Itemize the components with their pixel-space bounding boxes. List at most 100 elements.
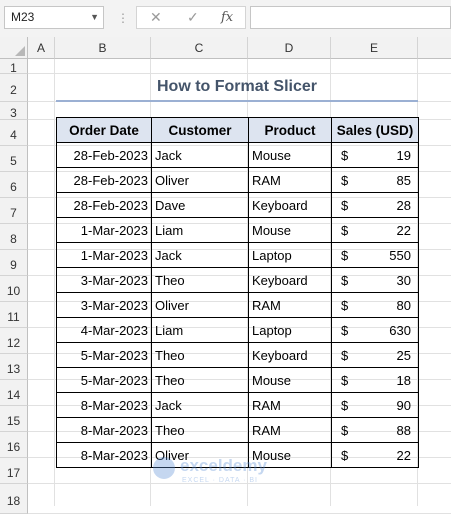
cell-sales[interactable]: $22 [331, 442, 419, 468]
cell-sales[interactable]: $85 [331, 167, 419, 193]
row-header[interactable]: 11 [0, 302, 28, 328]
cell-product[interactable]: Mouse [248, 142, 332, 168]
name-box[interactable]: M23 ▼ [4, 6, 104, 29]
cell-product[interactable]: Laptop [248, 317, 332, 343]
cell-customer[interactable]: Theo [151, 342, 249, 368]
cell-order-date[interactable]: 1-Mar-2023 [56, 217, 152, 243]
cell-sales[interactable]: $630 [331, 317, 419, 343]
cell-product[interactable]: Keyboard [248, 342, 332, 368]
row-header[interactable]: 2 [0, 74, 28, 102]
cell-product[interactable]: Mouse [248, 367, 332, 393]
sales-amount: 88 [396, 423, 411, 438]
cell-order-date[interactable]: 4-Mar-2023 [56, 317, 152, 343]
row-header[interactable]: 17 [0, 458, 28, 484]
cancel-icon[interactable]: ✕ [150, 9, 162, 26]
row-header[interactable]: 6 [0, 172, 28, 198]
row-header[interactable]: 9 [0, 250, 28, 276]
row-header[interactable]: 8 [0, 224, 28, 250]
cell-customer[interactable]: Oliver [151, 442, 249, 468]
cell-sales[interactable]: $88 [331, 417, 419, 443]
row-header[interactable]: 5 [0, 146, 28, 172]
currency-symbol: $ [341, 423, 349, 438]
cell-sales[interactable]: $19 [331, 142, 419, 168]
cell-customer[interactable]: Oliver [151, 292, 249, 318]
cell-customer[interactable]: Jack [151, 242, 249, 268]
cell-product[interactable]: RAM [248, 167, 332, 193]
cell-product[interactable]: Mouse [248, 217, 332, 243]
cell-sales[interactable]: $28 [331, 192, 419, 218]
cell-order-date[interactable]: 8-Mar-2023 [56, 392, 152, 418]
cell-order-date[interactable]: 3-Mar-2023 [56, 292, 152, 318]
header-sales[interactable]: Sales (USD) [331, 117, 419, 143]
row-header[interactable]: 1 [0, 59, 28, 75]
cell-product[interactable]: RAM [248, 292, 332, 318]
cell-customer[interactable]: Theo [151, 417, 249, 443]
row-header[interactable]: 13 [0, 354, 28, 380]
column-header-d[interactable]: D [248, 37, 331, 59]
row-header[interactable]: 16 [0, 432, 28, 458]
cell-order-date[interactable]: 28-Feb-2023 [56, 142, 152, 168]
header-customer[interactable]: Customer [151, 117, 249, 143]
cell-order-date[interactable]: 8-Mar-2023 [56, 442, 152, 468]
cell-product[interactable]: Mouse [248, 442, 332, 468]
currency-symbol: $ [341, 298, 349, 313]
drag-handle-icon[interactable]: ⋮ [117, 11, 129, 25]
currency-symbol: $ [341, 373, 349, 388]
chevron-down-icon[interactable]: ▼ [90, 7, 99, 28]
column-header-b[interactable]: B [55, 37, 151, 59]
row-header[interactable]: 10 [0, 276, 28, 302]
column-header-f[interactable] [418, 37, 451, 59]
column-header-a[interactable]: A [28, 37, 55, 59]
cell-customer[interactable]: Liam [151, 317, 249, 343]
select-all-corner[interactable] [0, 37, 28, 59]
column-header-e[interactable]: E [331, 37, 418, 59]
row-header[interactable]: 15 [0, 406, 28, 432]
cell-customer[interactable]: Jack [151, 392, 249, 418]
cell-order-date[interactable]: 5-Mar-2023 [56, 367, 152, 393]
cell-sales[interactable]: $80 [331, 292, 419, 318]
insert-function-icon[interactable]: fx [221, 10, 233, 25]
cell-order-date[interactable]: 28-Feb-2023 [56, 167, 152, 193]
cell-order-date[interactable]: 3-Mar-2023 [56, 267, 152, 293]
row-header[interactable]: 7 [0, 198, 28, 224]
cell-order-date[interactable]: 8-Mar-2023 [56, 417, 152, 443]
sales-amount: 22 [396, 223, 411, 238]
cell-product[interactable]: RAM [248, 417, 332, 443]
column-header-c[interactable]: C [151, 37, 248, 59]
cell-sales[interactable]: $25 [331, 342, 419, 368]
header-order-date[interactable]: Order Date [56, 117, 152, 143]
sales-amount: 80 [396, 298, 411, 313]
sales-amount: 30 [396, 273, 411, 288]
row-header[interactable]: 18 [0, 484, 28, 514]
table-row: 8-Mar-2023 Theo RAM $88 [56, 417, 419, 443]
row-header[interactable]: 4 [0, 120, 28, 146]
cell-customer[interactable]: Oliver [151, 167, 249, 193]
cell-customer[interactable]: Theo [151, 267, 249, 293]
row-header[interactable]: 12 [0, 328, 28, 354]
formula-input[interactable] [250, 6, 451, 29]
cell-customer[interactable]: Jack [151, 142, 249, 168]
row-header[interactable]: 3 [0, 102, 28, 120]
cell-sales[interactable]: $22 [331, 217, 419, 243]
table-row: 5-Mar-2023 Theo Mouse $18 [56, 367, 419, 393]
cell-product[interactable]: Keyboard [248, 192, 332, 218]
cell-sales[interactable]: $30 [331, 267, 419, 293]
enter-icon[interactable]: ✓ [187, 9, 199, 26]
cell-product[interactable]: Keyboard [248, 267, 332, 293]
table-row: 1-Mar-2023 Liam Mouse $22 [56, 217, 419, 243]
cell-order-date[interactable]: 5-Mar-2023 [56, 342, 152, 368]
cell-product[interactable]: RAM [248, 392, 332, 418]
sales-amount: 22 [396, 448, 411, 463]
cell-order-date[interactable]: 1-Mar-2023 [56, 242, 152, 268]
header-product[interactable]: Product [248, 117, 332, 143]
cell-sales[interactable]: $550 [331, 242, 419, 268]
currency-symbol: $ [341, 173, 349, 188]
cell-customer[interactable]: Dave [151, 192, 249, 218]
cell-order-date[interactable]: 28-Feb-2023 [56, 192, 152, 218]
cell-customer[interactable]: Theo [151, 367, 249, 393]
cell-sales[interactable]: $18 [331, 367, 419, 393]
cell-product[interactable]: Laptop [248, 242, 332, 268]
cell-sales[interactable]: $90 [331, 392, 419, 418]
row-header[interactable]: 14 [0, 380, 28, 406]
cell-customer[interactable]: Liam [151, 217, 249, 243]
